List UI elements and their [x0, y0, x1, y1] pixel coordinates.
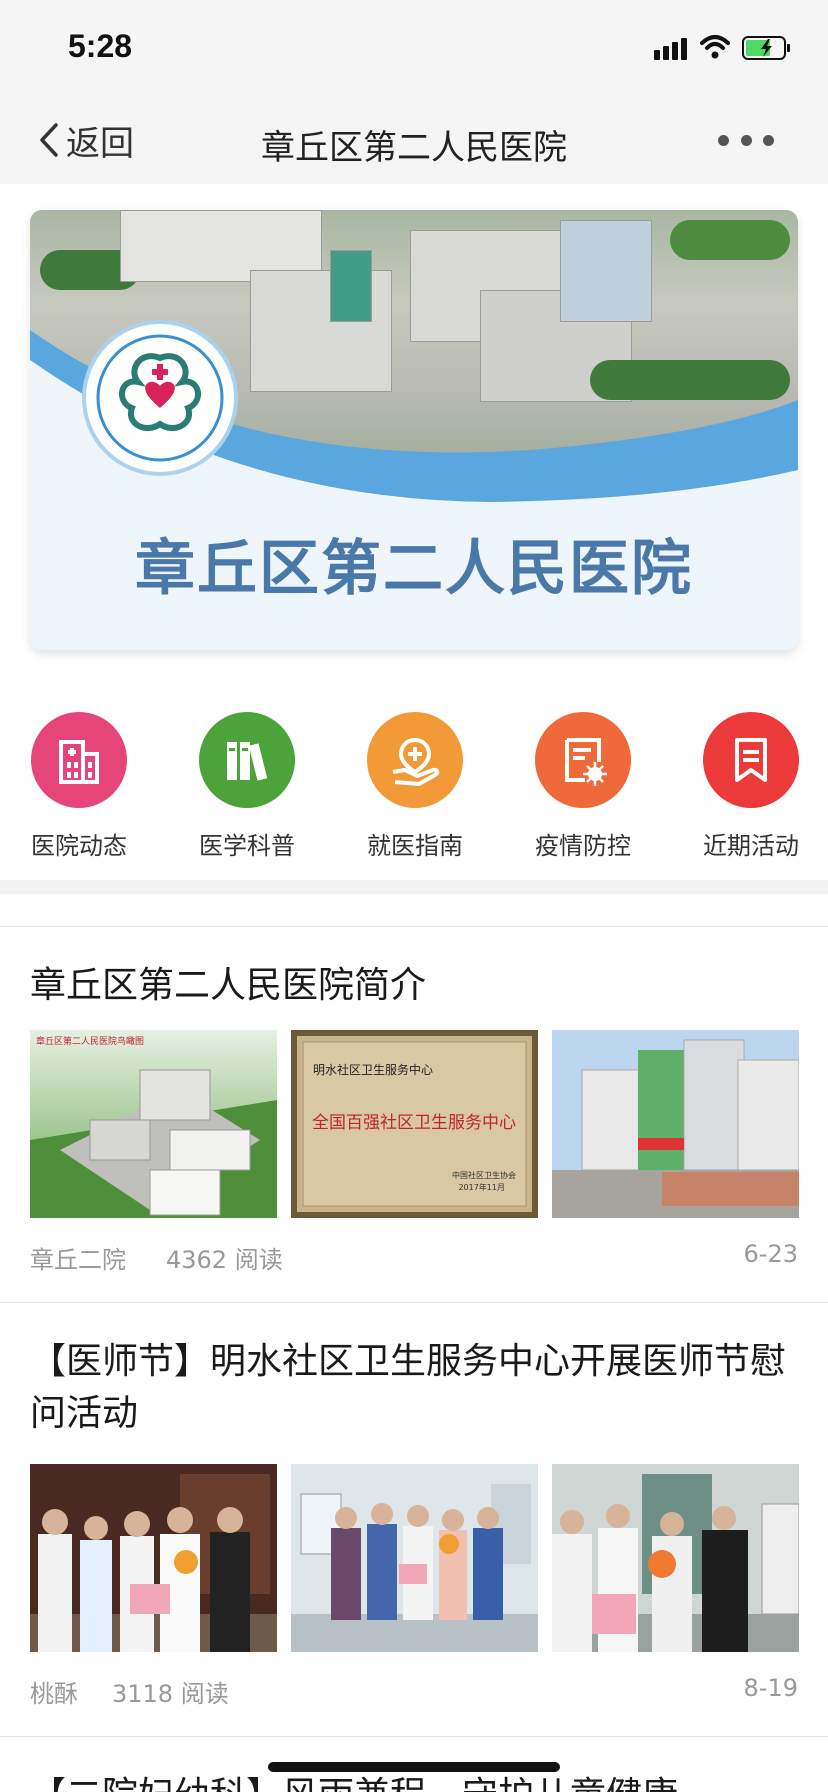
article-date: 6-23	[743, 1240, 798, 1268]
chevron-left-icon	[40, 123, 58, 157]
quick-menu-hospital-news[interactable]: 医院动态	[19, 712, 139, 861]
quick-menu-label: 疫情防控	[535, 832, 631, 860]
plaque-title: 全国百强社区卫生服务中心	[312, 1113, 516, 1133]
article-card[interactable]: 章丘区第二人民医院简介 章丘区第二人民医院鸟瞰图 明水社区卫生服务中心 全国百强…	[0, 926, 828, 1302]
article-read-count: 4362 阅读	[166, 1246, 283, 1274]
quick-menu-medical-guide[interactable]: 就医指南	[355, 712, 475, 861]
article-author: 章丘二院	[30, 1246, 126, 1274]
navigation-bar: 返回 章丘区第二人民医院	[0, 96, 828, 184]
bookmark-icon	[703, 712, 799, 808]
hospital-logo-icon	[82, 320, 238, 476]
wifi-icon	[700, 35, 730, 59]
quick-menu: 医院动态 医学科普 就医指南 疫情防控 近期活动	[0, 712, 828, 862]
more-options-button[interactable]	[718, 124, 774, 156]
quick-menu-label: 医院动态	[31, 832, 127, 860]
books-icon	[199, 712, 295, 808]
doctors-day-photo-3	[552, 1464, 799, 1652]
status-bar: 5:28	[0, 0, 828, 96]
quick-menu-label: 医学科普	[199, 832, 295, 860]
cellular-signal-icon	[654, 38, 687, 60]
hospital-building-icon	[31, 712, 127, 808]
article-title: 章丘区第二人民医院简介	[30, 965, 427, 1006]
status-time: 5:28	[68, 28, 133, 64]
article-meta: 章丘二院 4362 阅读 6-23	[30, 1240, 798, 1276]
article-card[interactable]: 【医师节】明水社区卫生服务中心开展医师节慰问活动 桃酥 3118 阅读 8-19	[0, 1302, 828, 1736]
quick-menu-epidemic-control[interactable]: 疫情防控	[523, 712, 643, 861]
article-title: 【二院妇幼科】风雨兼程，守护儿童健康	[30, 1770, 798, 1792]
article-meta: 桃酥 3118 阅读 8-19	[30, 1674, 798, 1710]
plaque-date: 2017年11月	[458, 1182, 505, 1192]
hospital-plan-thumbnail: 章丘区第二人民医院鸟瞰图	[30, 1030, 277, 1218]
hospital-banner[interactable]: 章丘区第二人民医院	[30, 210, 798, 650]
article-date: 8-19	[743, 1674, 798, 1702]
plan-caption: 章丘区第二人民医院鸟瞰图	[36, 1035, 144, 1047]
doctors-day-photo-1	[30, 1464, 277, 1652]
quick-menu-recent-activities[interactable]: 近期活动	[691, 712, 811, 861]
article-thumbnails: 章丘区第二人民医院鸟瞰图 明水社区卫生服务中心 全国百强社区卫生服务中心 中国社…	[30, 1030, 799, 1218]
article-read-count: 3118 阅读	[112, 1680, 229, 1708]
article-title: 【医师节】明水社区卫生服务中心开展医师节慰问活动	[30, 1341, 787, 1434]
back-button[interactable]: 返回	[38, 116, 134, 164]
back-label: 返回	[66, 123, 134, 164]
article-author: 桃酥	[30, 1680, 78, 1708]
plaque-issuer: 中国社区卫生协会	[452, 1170, 516, 1180]
battery-charging-icon	[742, 36, 790, 60]
article-thumbnails	[30, 1464, 799, 1652]
more-dot-icon	[740, 134, 752, 146]
virus-document-icon	[535, 712, 631, 808]
quick-menu-label: 近期活动	[703, 832, 799, 860]
home-indicator[interactable]	[268, 1762, 560, 1772]
hospital-building-thumbnail	[552, 1030, 799, 1218]
banner-title: 章丘区第二人民医院	[135, 534, 693, 604]
hand-medical-icon	[367, 712, 463, 808]
quick-menu-label: 就医指南	[367, 832, 463, 860]
more-dot-icon	[763, 134, 774, 146]
plaque-org: 明水社区卫生服务中心	[313, 1062, 433, 1077]
doctors-day-photo-2	[291, 1464, 538, 1652]
more-dot-icon	[718, 134, 729, 146]
award-plaque-thumbnail: 明水社区卫生服务中心 全国百强社区卫生服务中心 中国社区卫生协会 2017年11…	[291, 1030, 538, 1218]
section-divider	[0, 880, 828, 894]
quick-menu-medical-science[interactable]: 医学科普	[187, 712, 307, 861]
